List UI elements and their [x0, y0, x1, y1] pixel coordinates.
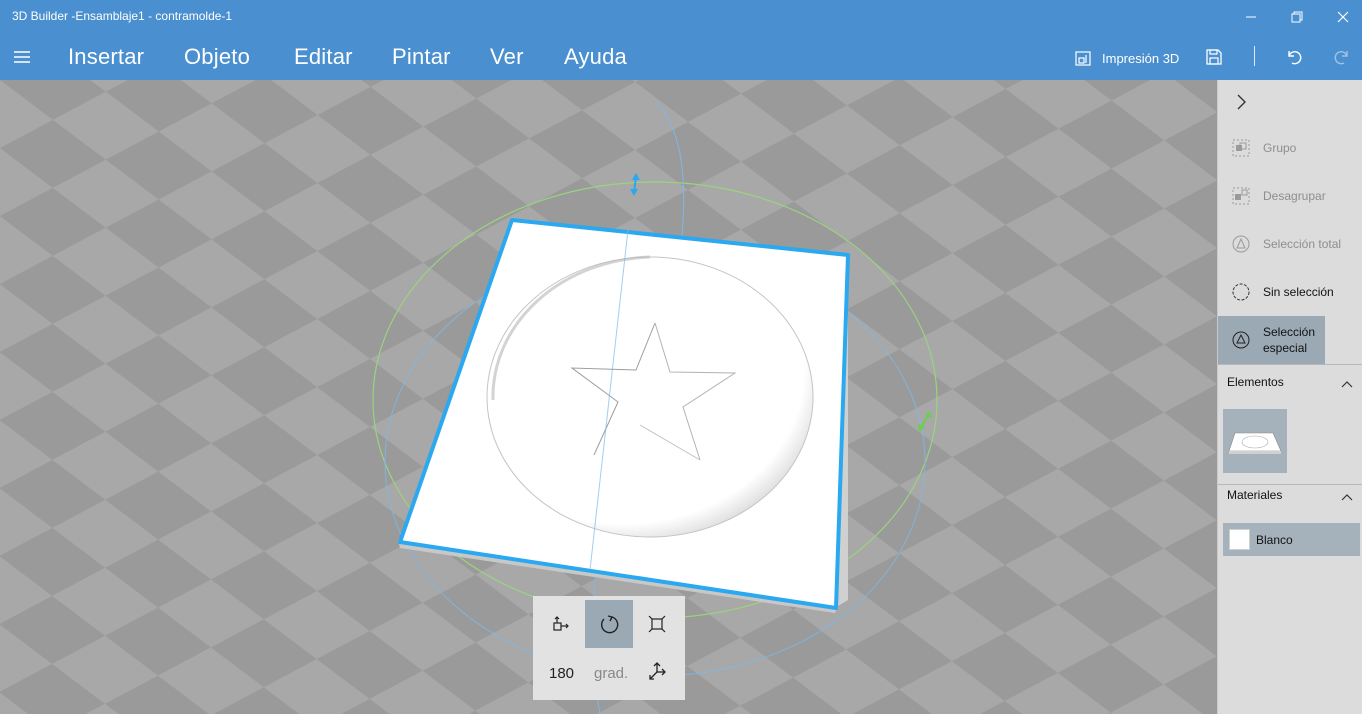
menu-pintar[interactable]: Pintar: [392, 44, 451, 70]
no-selection-button[interactable]: Sin selección: [1218, 268, 1362, 316]
3d-viewport[interactable]: 180 grad.: [0, 80, 1217, 714]
save-icon[interactable]: [1205, 48, 1223, 66]
print-3d-button[interactable]: Impresión 3D: [1074, 46, 1179, 70]
rotate-mode-button[interactable]: [585, 600, 633, 648]
hamburger-icon[interactable]: [12, 47, 32, 67]
restore-button[interactable]: [1274, 0, 1320, 34]
ungroup-label: Desagrupar: [1263, 189, 1326, 203]
material-label: Blanco: [1256, 533, 1293, 547]
ungroup-button[interactable]: Desagrupar: [1218, 172, 1362, 220]
select-all-button[interactable]: Selección total: [1218, 220, 1362, 268]
material-item[interactable]: Blanco: [1223, 523, 1360, 556]
elements-title: Elementos: [1227, 375, 1284, 389]
recessed-disc: [486, 256, 814, 538]
group-button[interactable]: Grupo: [1218, 124, 1362, 172]
axis-icon[interactable]: [645, 660, 669, 684]
no-selection-label: Sin selección: [1263, 285, 1334, 299]
chevron-right-icon[interactable]: [1234, 92, 1250, 112]
title-bar: 3D Builder -Ensamblaje1 - contramolde-1: [0, 0, 1362, 34]
redo-icon[interactable]: [1332, 47, 1352, 67]
chevron-up-icon[interactable]: [1340, 492, 1354, 502]
section-divider: [1218, 484, 1362, 485]
close-button[interactable]: [1320, 0, 1362, 34]
close-icon: [1337, 11, 1349, 23]
element-preview: [1228, 432, 1282, 454]
minimize-button[interactable]: [1228, 0, 1274, 34]
menu-ayuda[interactable]: Ayuda: [564, 44, 627, 70]
group-label: Grupo: [1263, 141, 1297, 155]
degrees-value[interactable]: 180: [549, 665, 574, 682]
menu-insertar[interactable]: Insertar: [68, 44, 144, 70]
materials-title: Materiales: [1227, 488, 1283, 502]
menu-ver[interactable]: Ver: [490, 44, 524, 70]
section-divider: [1218, 364, 1362, 365]
element-thumbnail[interactable]: [1223, 409, 1287, 473]
print-3d-label: Impresión 3D: [1102, 50, 1180, 66]
minimize-icon: [1246, 16, 1256, 18]
material-swatch: [1229, 529, 1250, 550]
special-selection-label: Selección especial: [1263, 325, 1316, 355]
menu-editar[interactable]: Editar: [294, 44, 353, 70]
select-all-label: Selección total: [1263, 237, 1342, 251]
menu-objeto[interactable]: Objeto: [184, 44, 250, 70]
scale-icon: [648, 615, 666, 633]
select-all-icon: [1232, 235, 1250, 253]
menu-bar: Insertar Objeto Editar Pintar Ver Ayuda …: [0, 34, 1362, 80]
rotate-icon: [600, 615, 619, 634]
special-selection-icon: [1232, 331, 1250, 349]
move-mode-button[interactable]: [537, 600, 585, 648]
move-icon: [553, 616, 569, 631]
side-panel: Grupo Desagrupar Selección total Sin sel…: [1217, 80, 1362, 714]
ungroup-icon: [1232, 187, 1250, 205]
no-selection-icon: [1232, 283, 1250, 301]
degrees-unit: grad.: [594, 665, 629, 682]
scale-mode-button[interactable]: [633, 600, 681, 648]
window-title: 3D Builder -Ensamblaje1 - contramolde-1: [12, 9, 233, 23]
printer-icon: [1075, 51, 1091, 66]
special-selection-button[interactable]: Selección especial: [1218, 316, 1325, 364]
group-icon: [1232, 139, 1250, 157]
restore-icon: [1291, 11, 1303, 23]
transform-panel: 180 grad.: [533, 596, 685, 700]
undo-icon[interactable]: [1284, 47, 1304, 67]
menu-divider: [1254, 46, 1255, 66]
chevron-up-icon[interactable]: [1340, 379, 1354, 389]
